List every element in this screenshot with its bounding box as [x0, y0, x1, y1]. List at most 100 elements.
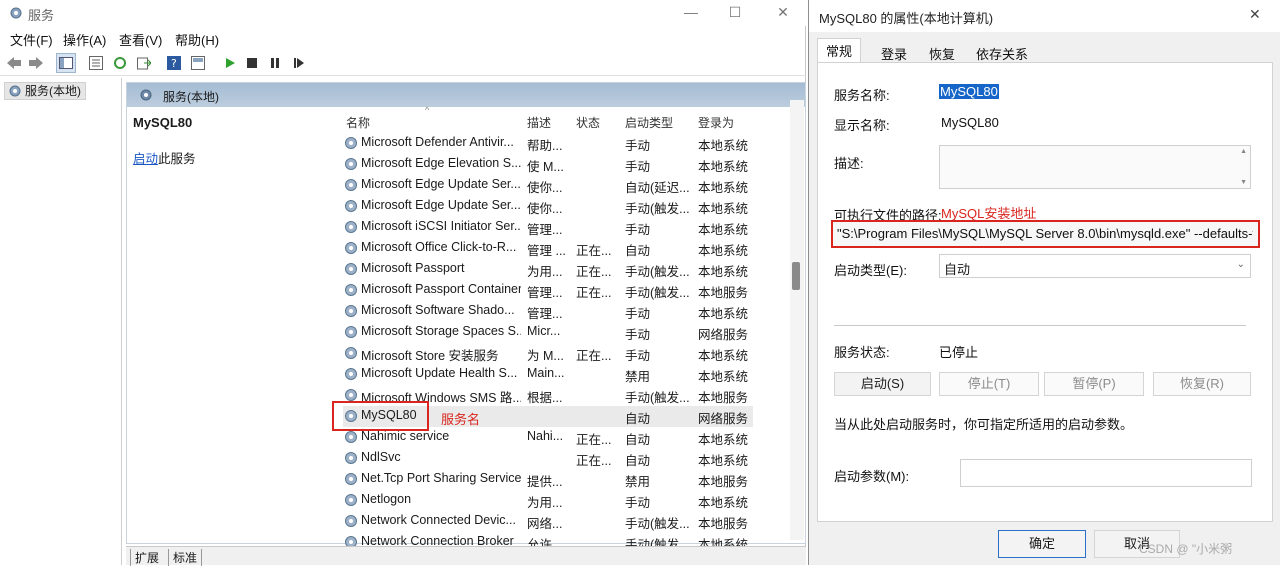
service-gear-icon — [344, 451, 358, 465]
table-row[interactable]: NdlSvc 正在... 自动 本地系统 — [343, 448, 753, 469]
stop-button[interactable]: 停止(T) — [939, 372, 1039, 396]
table-row[interactable]: Microsoft Defender Antivir... 帮助... 手动 本地系统 — [343, 133, 753, 154]
services-window: 服务 — ☐ ✕ 文件(F) 操作(A) 查看(V) 帮助(H) ? 服务(本地… — [0, 0, 806, 566]
close-icon[interactable]: ✕ — [772, 3, 794, 21]
table-row[interactable]: Network Connected Devic... 网络... 手动(触发... 本… — [343, 511, 753, 532]
toolbar: ? — [0, 50, 806, 76]
service-status-cell: 正在... — [576, 349, 612, 363]
table-row[interactable]: Microsoft Update Health S... Main... 禁用 本地系… — [343, 364, 753, 385]
service-logon-cell: 网络服务 — [698, 412, 748, 426]
menu-file[interactable]: 文件(F) — [10, 30, 53, 49]
service-gear-icon — [344, 514, 358, 528]
menu-view[interactable]: 查看(V) — [119, 30, 162, 49]
scroll-down-icon[interactable]: ▼ — [1240, 179, 1247, 186]
service-startup-cell: 自动(延迟... — [625, 181, 689, 195]
tab-dependencies[interactable]: 依存关系 — [968, 42, 1036, 63]
service-gear-icon — [344, 262, 358, 276]
startup-type-select[interactable]: 自动 ⌄ — [939, 254, 1251, 278]
maximize-icon[interactable]: ☐ — [724, 3, 746, 21]
column-header-status[interactable]: 状态 — [576, 114, 600, 131]
tree-item-label: 服务(本地) — [25, 84, 81, 98]
service-name-value[interactable]: MySQL80 — [939, 84, 999, 99]
table-row[interactable]: Microsoft Edge Elevation S... 使 M... 手动 本地系… — [343, 154, 753, 175]
service-gear-icon — [344, 220, 358, 234]
column-header-name[interactable]: 名称 — [346, 114, 370, 131]
table-row[interactable]: Microsoft Passport Container 管理... 正在... 手动… — [343, 280, 753, 301]
tab-extended[interactable]: 扩展 — [130, 549, 163, 566]
service-logon-cell: 本地系统 — [698, 244, 748, 258]
executable-path-value[interactable]: "S:\Program Files\MySQL\MySQL Server 8.0… — [837, 226, 1253, 241]
service-startup-cell: 手动 — [625, 160, 651, 174]
table-row[interactable]: Microsoft Software Shado... 管理... 手动 本地系统 — [343, 301, 753, 322]
view-tabs: 扩展 标准 — [126, 546, 806, 566]
menu-action[interactable]: 操作(A) — [63, 30, 106, 49]
table-row[interactable]: Microsoft Store 安装服务 为 M... 正在... 手动 本地系统 — [343, 343, 753, 364]
service-description-cell: 使 M... — [527, 160, 564, 174]
ok-button[interactable]: 确定 — [998, 530, 1086, 558]
refresh-icon[interactable] — [110, 53, 130, 73]
tree-item-services-local[interactable]: 服务(本地) — [4, 82, 86, 100]
service-name-cell: NdlSvc — [361, 450, 401, 464]
vertical-scrollbar[interactable] — [790, 100, 804, 540]
tab-recovery[interactable]: 恢复 — [921, 42, 963, 63]
services-gear-icon — [8, 84, 22, 102]
back-arrow-icon[interactable] — [4, 53, 24, 73]
table-row[interactable]: Microsoft iSCSI Initiator Ser... 管理... 手动 本… — [343, 217, 753, 238]
sort-caret-icon: ^ — [425, 105, 430, 115]
column-header-startup-type[interactable]: 启动类型 — [625, 114, 673, 131]
restart-service-icon[interactable] — [289, 53, 309, 73]
service-logon-cell: 本地系统 — [698, 307, 748, 321]
service-gear-icon — [344, 472, 358, 486]
service-logon-cell: 本地系统 — [698, 181, 748, 195]
tab-logon[interactable]: 登录 — [873, 42, 915, 63]
start-service-play-icon[interactable] — [220, 53, 240, 73]
export-list-icon[interactable] — [134, 53, 154, 73]
service-startup-cell: 手动 — [625, 139, 651, 153]
service-description-cell: 根据... — [527, 391, 563, 405]
service-description-cell: 为用... — [527, 265, 563, 279]
table-row[interactable]: Netlogon 为用... 手动 本地系统 — [343, 490, 753, 511]
tab-general[interactable]: 常规 — [817, 38, 862, 64]
table-row[interactable]: Microsoft Office Click-to-R... 管理 ... 正在..… — [343, 238, 753, 259]
service-startup-cell: 手动(触发... — [625, 391, 689, 405]
start-button[interactable]: 启动(S) — [834, 372, 931, 396]
table-row[interactable]: Microsoft Edge Update Ser... 使你... 自动(延迟..… — [343, 175, 753, 196]
startup-type-label: 启动类型(E): — [834, 263, 907, 278]
help-icon[interactable]: ? — [164, 53, 184, 73]
tab-standard[interactable]: 标准 — [168, 549, 203, 566]
console-tree: 服务(本地) — [0, 78, 122, 565]
menu-help[interactable]: 帮助(H) — [175, 30, 219, 49]
table-row[interactable]: Microsoft Edge Update Ser... 使你... 手动(触发..… — [343, 196, 753, 217]
service-startup-cell: 手动(触发... — [625, 265, 689, 279]
pause-service-icon[interactable] — [265, 53, 285, 73]
scroll-up-icon[interactable]: ▲ — [1240, 148, 1247, 155]
scrollbar-thumb[interactable] — [792, 262, 800, 290]
table-row[interactable]: Microsoft Storage Spaces S... Micr... 手动 网络… — [343, 322, 753, 343]
properties-list-icon[interactable] — [86, 53, 106, 73]
service-startup-cell: 禁用 — [625, 370, 651, 384]
table-row[interactable]: Microsoft Passport 为用... 正在... 手动(触发... 本地系统 — [343, 259, 753, 280]
service-name-cell: Microsoft Edge Elevation S... — [361, 156, 521, 170]
forward-arrow-icon[interactable] — [26, 53, 46, 73]
resume-button[interactable]: 恢复(R) — [1153, 372, 1251, 396]
startup-type-value: 自动 — [944, 262, 971, 277]
divider — [834, 325, 1246, 326]
start-params-input[interactable] — [960, 459, 1252, 487]
view-pane-icon[interactable] — [188, 53, 208, 73]
pause-button[interactable]: 暂停(P) — [1044, 372, 1144, 396]
service-gear-icon — [344, 493, 358, 507]
column-header-description[interactable]: 描述 — [527, 114, 551, 131]
start-service-link[interactable]: 启动 — [133, 152, 158, 166]
stop-service-icon[interactable] — [242, 53, 262, 73]
pane-title: 服务(本地) — [163, 90, 219, 104]
minimize-icon[interactable]: — — [680, 3, 702, 21]
column-header-logon[interactable]: 登录为 — [698, 114, 734, 131]
service-logon-cell: 本地系统 — [698, 265, 748, 279]
console-tree-icon[interactable] — [56, 53, 76, 73]
service-logon-cell: 本地系统 — [698, 202, 748, 216]
table-row[interactable]: Net.Tcp Port Sharing Service 提供... 禁用 本地服务 — [343, 469, 753, 490]
dialog-close-icon[interactable]: ✕ — [1249, 6, 1261, 23]
service-startup-cell: 手动 — [625, 349, 651, 363]
service-logon-cell: 本地系统 — [698, 349, 748, 363]
description-field[interactable]: ▲ ▼ — [939, 145, 1251, 189]
